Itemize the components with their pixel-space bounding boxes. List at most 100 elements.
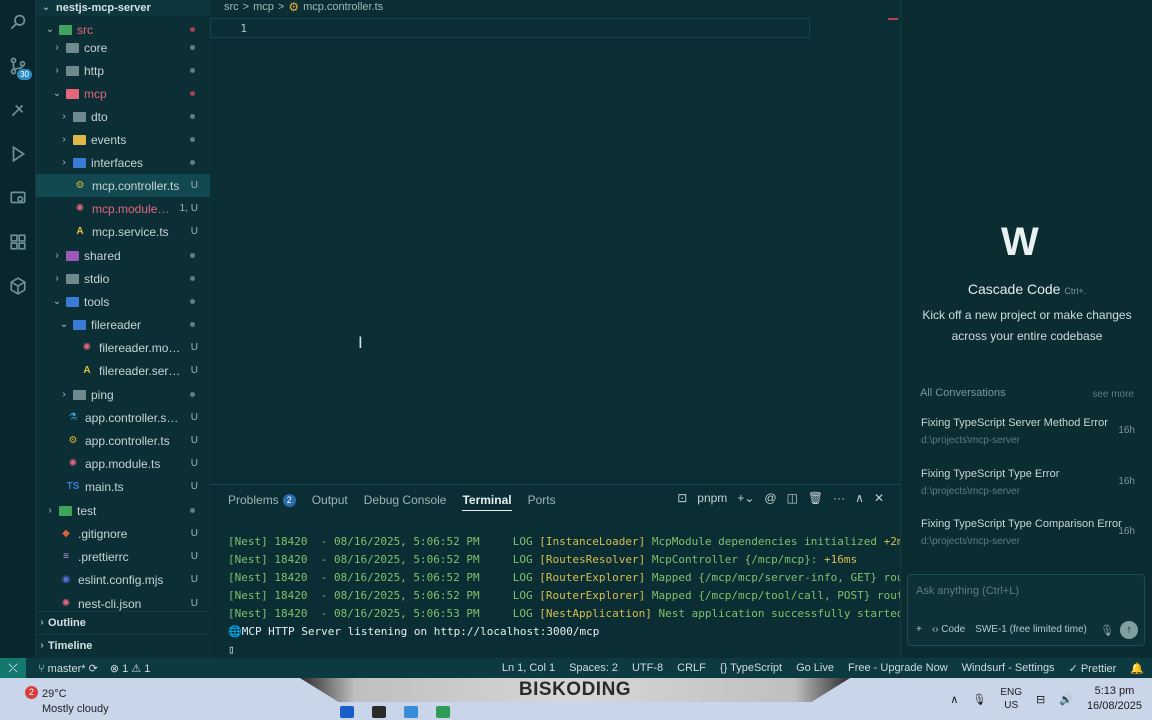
language-mode[interactable]: {} TypeScript [720,662,782,674]
see-more-link[interactable]: see more [1092,389,1134,400]
clock[interactable]: 5:13 pm 16/08/2025 [1087,684,1142,714]
folder-item[interactable]: › core [36,36,210,59]
conversation-item[interactable]: Fixing TypeScript Server Method Error d:… [921,417,1135,463]
folder-item[interactable]: › interfaces [36,151,210,174]
outline-section[interactable]: › Outline [36,611,210,633]
chevron-down-icon[interactable]: ⌄ [44,24,56,35]
file-item[interactable]: TS main.ts U [36,475,210,498]
bell-icon[interactable]: 🔔 [1130,662,1144,675]
file-item[interactable]: ✺ mcp.module.ts 1, U [36,197,210,220]
chevron-down-icon[interactable]: ⌄ [58,319,70,330]
conversation-item[interactable]: Fixing TypeScript Type Comparison Error … [921,518,1135,564]
trash-icon[interactable]: 🗑 [808,491,823,505]
explorer-root[interactable]: ⌄ nestjs-mcp-server [36,0,210,16]
encoding[interactable]: UTF-8 [632,662,663,674]
debug-icon[interactable] [0,88,36,132]
chevron-right-icon[interactable]: › [51,250,63,261]
problems-status[interactable]: ⊗ 1 ⚠ 1 [110,662,150,675]
folder-item[interactable]: › shared [36,244,210,267]
chevron-right-icon[interactable]: › [51,273,63,284]
chevron-down-icon[interactable]: ⌄ [51,296,63,307]
folder-item[interactable]: › http [36,59,210,82]
folder-item[interactable]: ⌄ filereader [36,313,210,336]
folder-item[interactable]: ⌄ mcp [36,82,210,105]
network-icon[interactable]: ⊟ [1036,693,1045,706]
chevron-down-icon[interactable]: ⌄ [51,88,63,99]
app-icon[interactable] [404,706,418,718]
source-control-icon[interactable]: 30 [0,44,36,88]
close-icon[interactable]: ✕ [874,491,884,505]
remote-icon[interactable] [0,176,36,220]
editor-area[interactable]: src > mcp > ⚙ mcp.controller.ts 1 I [210,0,900,480]
file-item[interactable]: ⚙ mcp.controller.ts U [36,174,210,197]
windsurf-settings[interactable]: Windsurf - Settings [962,662,1055,674]
tab-debug-console[interactable]: Debug Console [364,493,447,507]
folder-item[interactable]: › events [36,128,210,151]
file-item[interactable]: ◉ eslint.config.mjs U [36,568,210,591]
chevron-right-icon[interactable]: › [58,389,70,400]
branch-status[interactable]: ⑂ master* ⟳ [38,662,98,675]
model-selector[interactable]: SWE-1 (free limited time) [975,624,1087,635]
breadcrumb-mcp[interactable]: mcp [253,1,274,13]
split-icon[interactable]: ◫ [787,491,798,505]
folder-item[interactable]: › dto [36,105,210,128]
line-ending[interactable]: CRLF [677,662,706,674]
go-live[interactable]: Go Live [796,662,834,674]
breadcrumb-file[interactable]: mcp.controller.ts [303,1,383,13]
volume-icon[interactable]: 🔊 [1059,693,1073,706]
chevron-right-icon[interactable]: › [58,111,70,122]
send-button[interactable]: ↑ [1120,621,1138,639]
conversation-item[interactable]: Fixing TypeScript Type Error d:\projects… [921,468,1135,514]
cursor-position[interactable]: Ln 1, Col 1 [502,662,555,674]
editor-line[interactable]: 1 [210,18,810,38]
weather-widget[interactable]: 2 29°C Mostly cloudy [25,686,109,717]
add-terminal-icon[interactable]: +⌄ [737,491,754,505]
tab-problems[interactable]: Problems 2 [228,493,296,507]
run-icon[interactable] [0,132,36,176]
package-icon[interactable] [0,264,36,308]
file-item[interactable]: ⚗ app.controller.spe... U [36,406,210,429]
search-icon[interactable] [0,0,36,44]
mode-selector[interactable]: ‹› Code [932,624,965,635]
file-item[interactable]: ✺ app.module.ts U [36,452,210,475]
prettier-status[interactable]: ✓ Prettier [1069,662,1117,675]
app-icon[interactable] [372,706,386,718]
file-item[interactable]: ≡ .prettierrc U [36,545,210,568]
language-indicator[interactable]: ENG US [1000,686,1022,712]
extensions-icon[interactable] [0,220,36,264]
upgrade-link[interactable]: Free - Upgrade Now [848,662,948,674]
file-item[interactable]: Amcp.service.ts U [36,220,210,243]
folder-item[interactable]: ⌄ tools [36,290,210,313]
file-item[interactable]: Afilereader.servic... U [36,359,210,382]
tab-terminal[interactable]: Terminal [462,493,512,511]
maximize-icon[interactable]: ∧ [855,491,864,505]
at-icon[interactable]: @ [764,491,776,505]
microphone-icon[interactable]: 🎙 [1100,624,1114,637]
folder-item[interactable]: › test [36,499,210,522]
terminal-output[interactable]: [Nest] 18420 - 08/16/2025, 5:06:52 PM LO… [228,533,957,659]
terminal-cursor[interactable]: ▯ [228,641,957,659]
file-item[interactable]: ⚙ app.controller.ts U [36,429,210,452]
chevron-up-icon[interactable]: ∧ [950,693,958,706]
microphone-icon[interactable]: 🎙 [972,693,986,706]
start-icon[interactable] [340,706,354,718]
folder-item[interactable]: › ping [36,383,210,406]
chevron-right-icon[interactable]: › [44,505,56,516]
folder-item[interactable]: › stdio [36,267,210,290]
timeline-section[interactable]: › Timeline [36,634,210,656]
tab-ports[interactable]: Ports [528,493,556,507]
chevron-right-icon[interactable]: › [51,42,63,53]
plus-icon[interactable]: + [916,624,922,635]
indentation[interactable]: Spaces: 2 [569,662,618,674]
breadcrumb-src[interactable]: src [224,1,239,13]
chevron-right-icon[interactable]: › [58,157,70,168]
file-item[interactable]: ◆ .gitignore U [36,522,210,545]
tab-output[interactable]: Output [312,493,348,507]
ask-input-box[interactable]: Ask anything (Ctrl+L) + ‹› Code SWE-1 (f… [907,574,1145,646]
more-icon[interactable]: ··· [833,491,845,505]
app-icon[interactable] [436,706,450,718]
chevron-right-icon[interactable]: › [58,134,70,145]
chevron-right-icon[interactable]: › [51,65,63,76]
file-item[interactable]: ✺ filereader.mod... U [36,336,210,359]
remote-indicator-icon[interactable]: ⤫ [0,658,26,678]
